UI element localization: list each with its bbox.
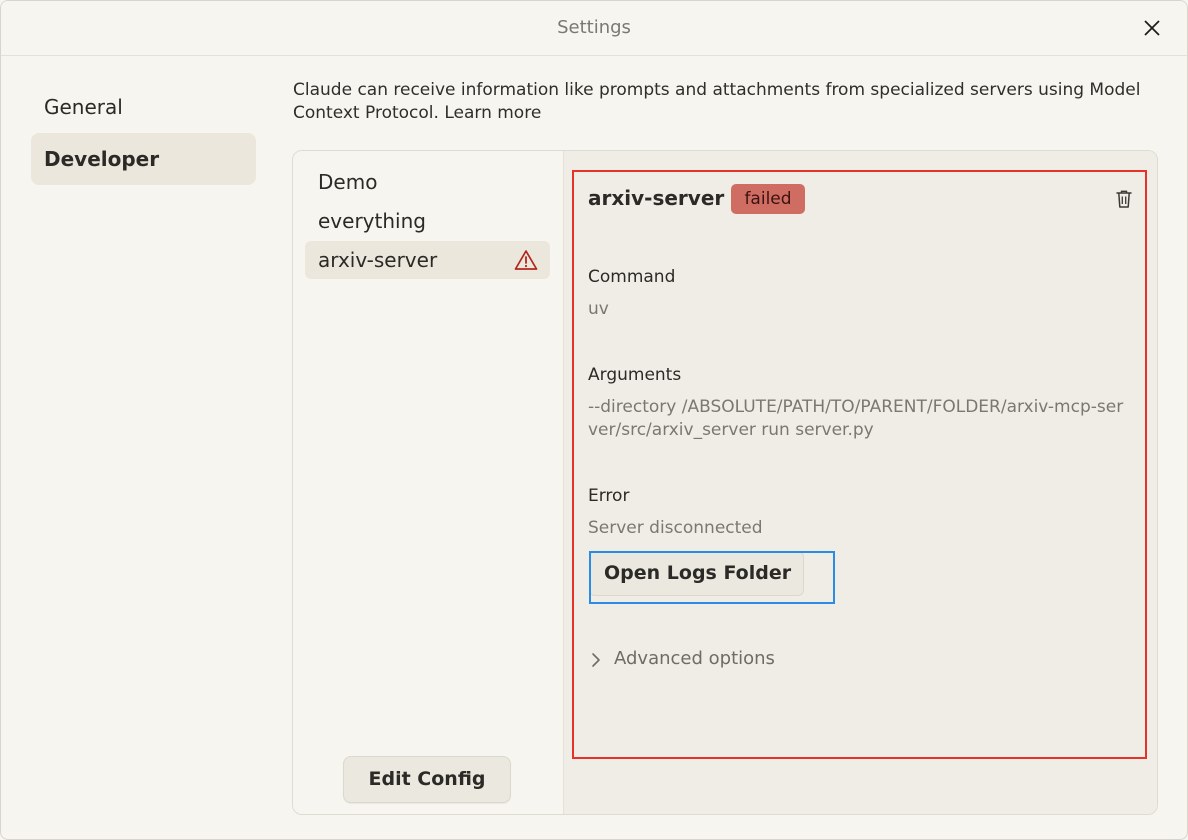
command-value: uv — [588, 299, 609, 319]
edit-config-button[interactable]: Edit Config — [343, 756, 511, 803]
window-title: Settings — [557, 17, 631, 38]
title-bar: Settings — [1, 1, 1187, 56]
settings-nav: General Developer — [31, 81, 256, 185]
command-label: Command — [588, 267, 676, 287]
server-list: Demo everything arxiv-server Edit Config — [293, 151, 563, 814]
error-value: Server disconnected — [588, 518, 763, 538]
server-item-label: Demo — [318, 170, 378, 194]
learn-more-link[interactable]: Learn more — [444, 103, 541, 123]
server-item-arxiv-server[interactable]: arxiv-server — [305, 241, 550, 279]
server-item-demo[interactable]: Demo — [305, 163, 550, 201]
status-badge: failed — [731, 184, 805, 214]
description-text: Claude can receive information like prom… — [293, 80, 1141, 123]
settings-window: Settings General Developer Claude can re… — [0, 0, 1188, 840]
chevron-right-icon — [592, 653, 600, 667]
server-title: arxiv-server — [588, 186, 725, 210]
arguments-label: Arguments — [588, 365, 682, 385]
arguments-value: --directory /ABSOLUTE/PATH/TO/PARENT/FOL… — [588, 397, 1124, 440]
advanced-options-label: Advanced options — [614, 648, 775, 669]
error-label: Error — [588, 486, 630, 506]
server-item-label: arxiv-server — [318, 248, 438, 272]
highlight-box-blue — [589, 551, 835, 604]
server-item-label: everything — [318, 209, 426, 233]
close-button[interactable] — [1137, 13, 1167, 43]
mcp-servers-panel: Demo everything arxiv-server Edit Config… — [292, 150, 1158, 815]
warning-triangle-icon — [514, 250, 538, 270]
highlight-box-red — [572, 170, 1147, 759]
server-item-everything[interactable]: everything — [305, 202, 550, 240]
close-icon — [1144, 20, 1160, 36]
mcp-description: Claude can receive information like prom… — [293, 79, 1153, 125]
trash-icon[interactable] — [1115, 189, 1133, 209]
nav-item-label: General — [44, 95, 123, 119]
nav-item-developer[interactable]: Developer — [31, 133, 256, 185]
nav-item-general[interactable]: General — [31, 81, 256, 133]
nav-item-label: Developer — [44, 147, 160, 171]
